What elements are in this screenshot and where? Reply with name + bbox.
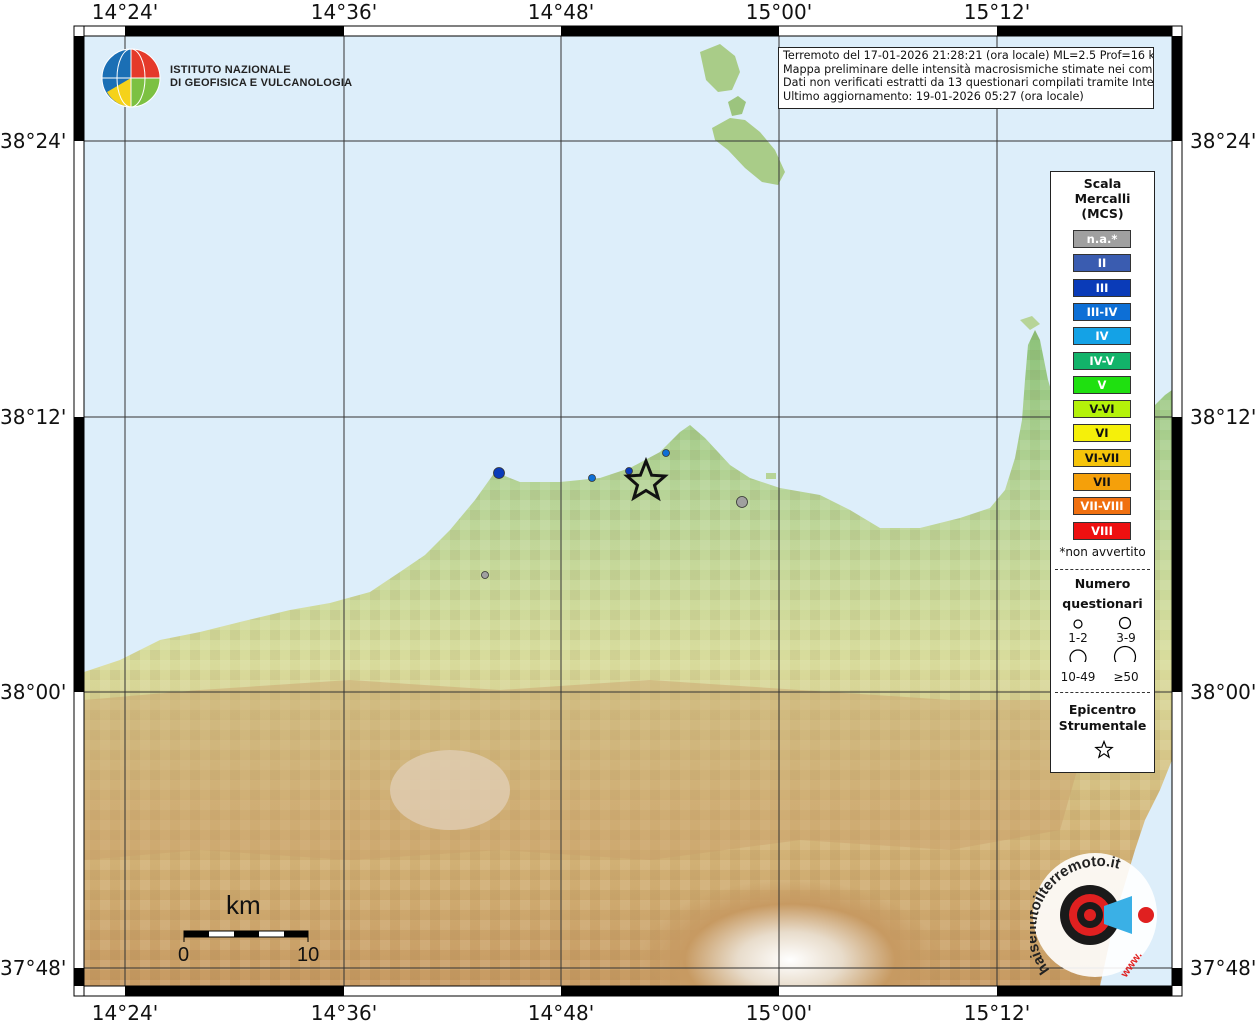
- intensity-swatch: V-VI: [1073, 400, 1131, 419]
- institute-name-line: ISTITUTO NAZIONALE: [170, 64, 291, 76]
- epicenter-legend-icon: [1094, 740, 1114, 759]
- intensity-swatch: VIII: [1073, 521, 1131, 540]
- lat-label-left: 38°12': [0, 405, 67, 429]
- lon-label-bottom: 15°00': [745, 1001, 813, 1025]
- intensity-swatch: IV-V: [1073, 351, 1131, 370]
- intensity-swatch: II: [1073, 254, 1131, 273]
- legend-divider: [1055, 569, 1150, 570]
- not-felt-note: *non avvertito: [1059, 545, 1146, 559]
- count-title: Numero: [1074, 576, 1131, 591]
- lat-label-left: 38°24': [0, 129, 67, 153]
- legend-title: (MCS): [1081, 206, 1124, 221]
- lat-label-right: 37°48': [1190, 956, 1255, 980]
- observation-point[interactable]: [736, 496, 748, 508]
- scale-bar-unit: km: [226, 890, 261, 920]
- intensity-swatch: VI-VII: [1073, 448, 1131, 467]
- highland-peak: [390, 750, 510, 830]
- intensity-swatch: IV: [1073, 327, 1131, 346]
- institute-name: ISTITUTO NAZIONALE DI GEOFISICA E VULCAN…: [170, 64, 352, 90]
- count-class-label: ≥50: [1113, 670, 1139, 684]
- epicenter-title: Epicentro: [1068, 702, 1137, 717]
- intensity-swatch: n.a.*: [1073, 230, 1131, 248]
- lon-label-bottom: 14°48': [527, 1001, 595, 1025]
- brand-url: www.: [1118, 950, 1145, 981]
- lon-label-bottom: 15°12': [963, 1001, 1031, 1025]
- event-info-line: Dati non verificati estratti da 13 quest…: [783, 76, 1154, 90]
- event-info-line: Ultimo aggiornamento: 19-01-2026 05:27 (…: [783, 89, 1084, 103]
- intensity-swatch: III-IV: [1073, 302, 1131, 321]
- observation-point[interactable]: [481, 571, 489, 579]
- lon-label-top: 15°12': [963, 0, 1031, 24]
- intensity-swatch: III: [1073, 278, 1131, 297]
- epicenter-title: Strumentale: [1058, 718, 1147, 733]
- institute-name-line: DI GEOFISICA E VULCANOLOGIA: [170, 77, 353, 89]
- lon-label-top: 15°00': [745, 0, 813, 24]
- count-class-label: 3-9: [1116, 631, 1136, 645]
- count-class-label: 1-2: [1068, 631, 1088, 645]
- legend-title: Mercalli: [1074, 191, 1131, 206]
- lat-label-left: 37°48': [0, 956, 67, 980]
- lon-label-top: 14°24': [91, 0, 159, 24]
- legend-divider: [1055, 692, 1150, 693]
- lat-label-right: 38°00': [1190, 680, 1255, 704]
- count-class-label: 10-49: [1060, 670, 1096, 684]
- brand-text: haisentitoilterremoto.it: [1030, 853, 1122, 978]
- observation-point[interactable]: [588, 474, 596, 482]
- observation-point[interactable]: [662, 449, 670, 457]
- map-area: [84, 36, 1172, 986]
- scale-bar-end: 10: [297, 944, 320, 966]
- intensity-swatch: VII: [1073, 473, 1131, 491]
- observation-point[interactable]: [493, 467, 505, 479]
- lon-label-bottom: 14°36': [310, 1001, 378, 1025]
- intensity-swatch: VI: [1073, 424, 1131, 443]
- ingv-logo-icon: [101, 48, 161, 108]
- lon-label-top: 14°36': [310, 0, 378, 24]
- svg-text:haisentitoilterremoto.it: haisentitoilterremoto.it: [1030, 853, 1122, 978]
- mcs-legend: Scala Mercalli (MCS) n.a.* II III III-IV IV I…: [1050, 171, 1155, 773]
- event-info-line: Terremoto del 17-01-2026 21:28:21 (ora l…: [783, 49, 1154, 62]
- event-info-line: Mappa preliminare delle intensità macros…: [783, 62, 1154, 76]
- lon-label-top: 14°48': [527, 0, 595, 24]
- intensity-swatch: VII-VIII: [1073, 497, 1131, 516]
- lat-label-right: 38°12': [1190, 405, 1255, 429]
- count-title: questionari: [1062, 596, 1143, 611]
- event-info-box: Terremoto del 17-01-2026 21:28:21 (ora l…: [778, 47, 1154, 109]
- legend-title: Scala: [1083, 176, 1122, 191]
- mountain-belt: [84, 680, 1080, 860]
- observation-point[interactable]: [625, 467, 633, 475]
- scale-bar-start: 0: [178, 944, 190, 966]
- islet-small: [766, 473, 776, 479]
- lat-label-right: 38°24': [1190, 129, 1255, 153]
- intensity-swatch: V: [1073, 375, 1131, 394]
- lat-label-left: 38°00': [0, 680, 67, 704]
- brand-text-arc[interactable]: haisentitoilterremoto.it www.: [1030, 850, 1170, 990]
- lon-label-bottom: 14°24': [91, 1001, 159, 1025]
